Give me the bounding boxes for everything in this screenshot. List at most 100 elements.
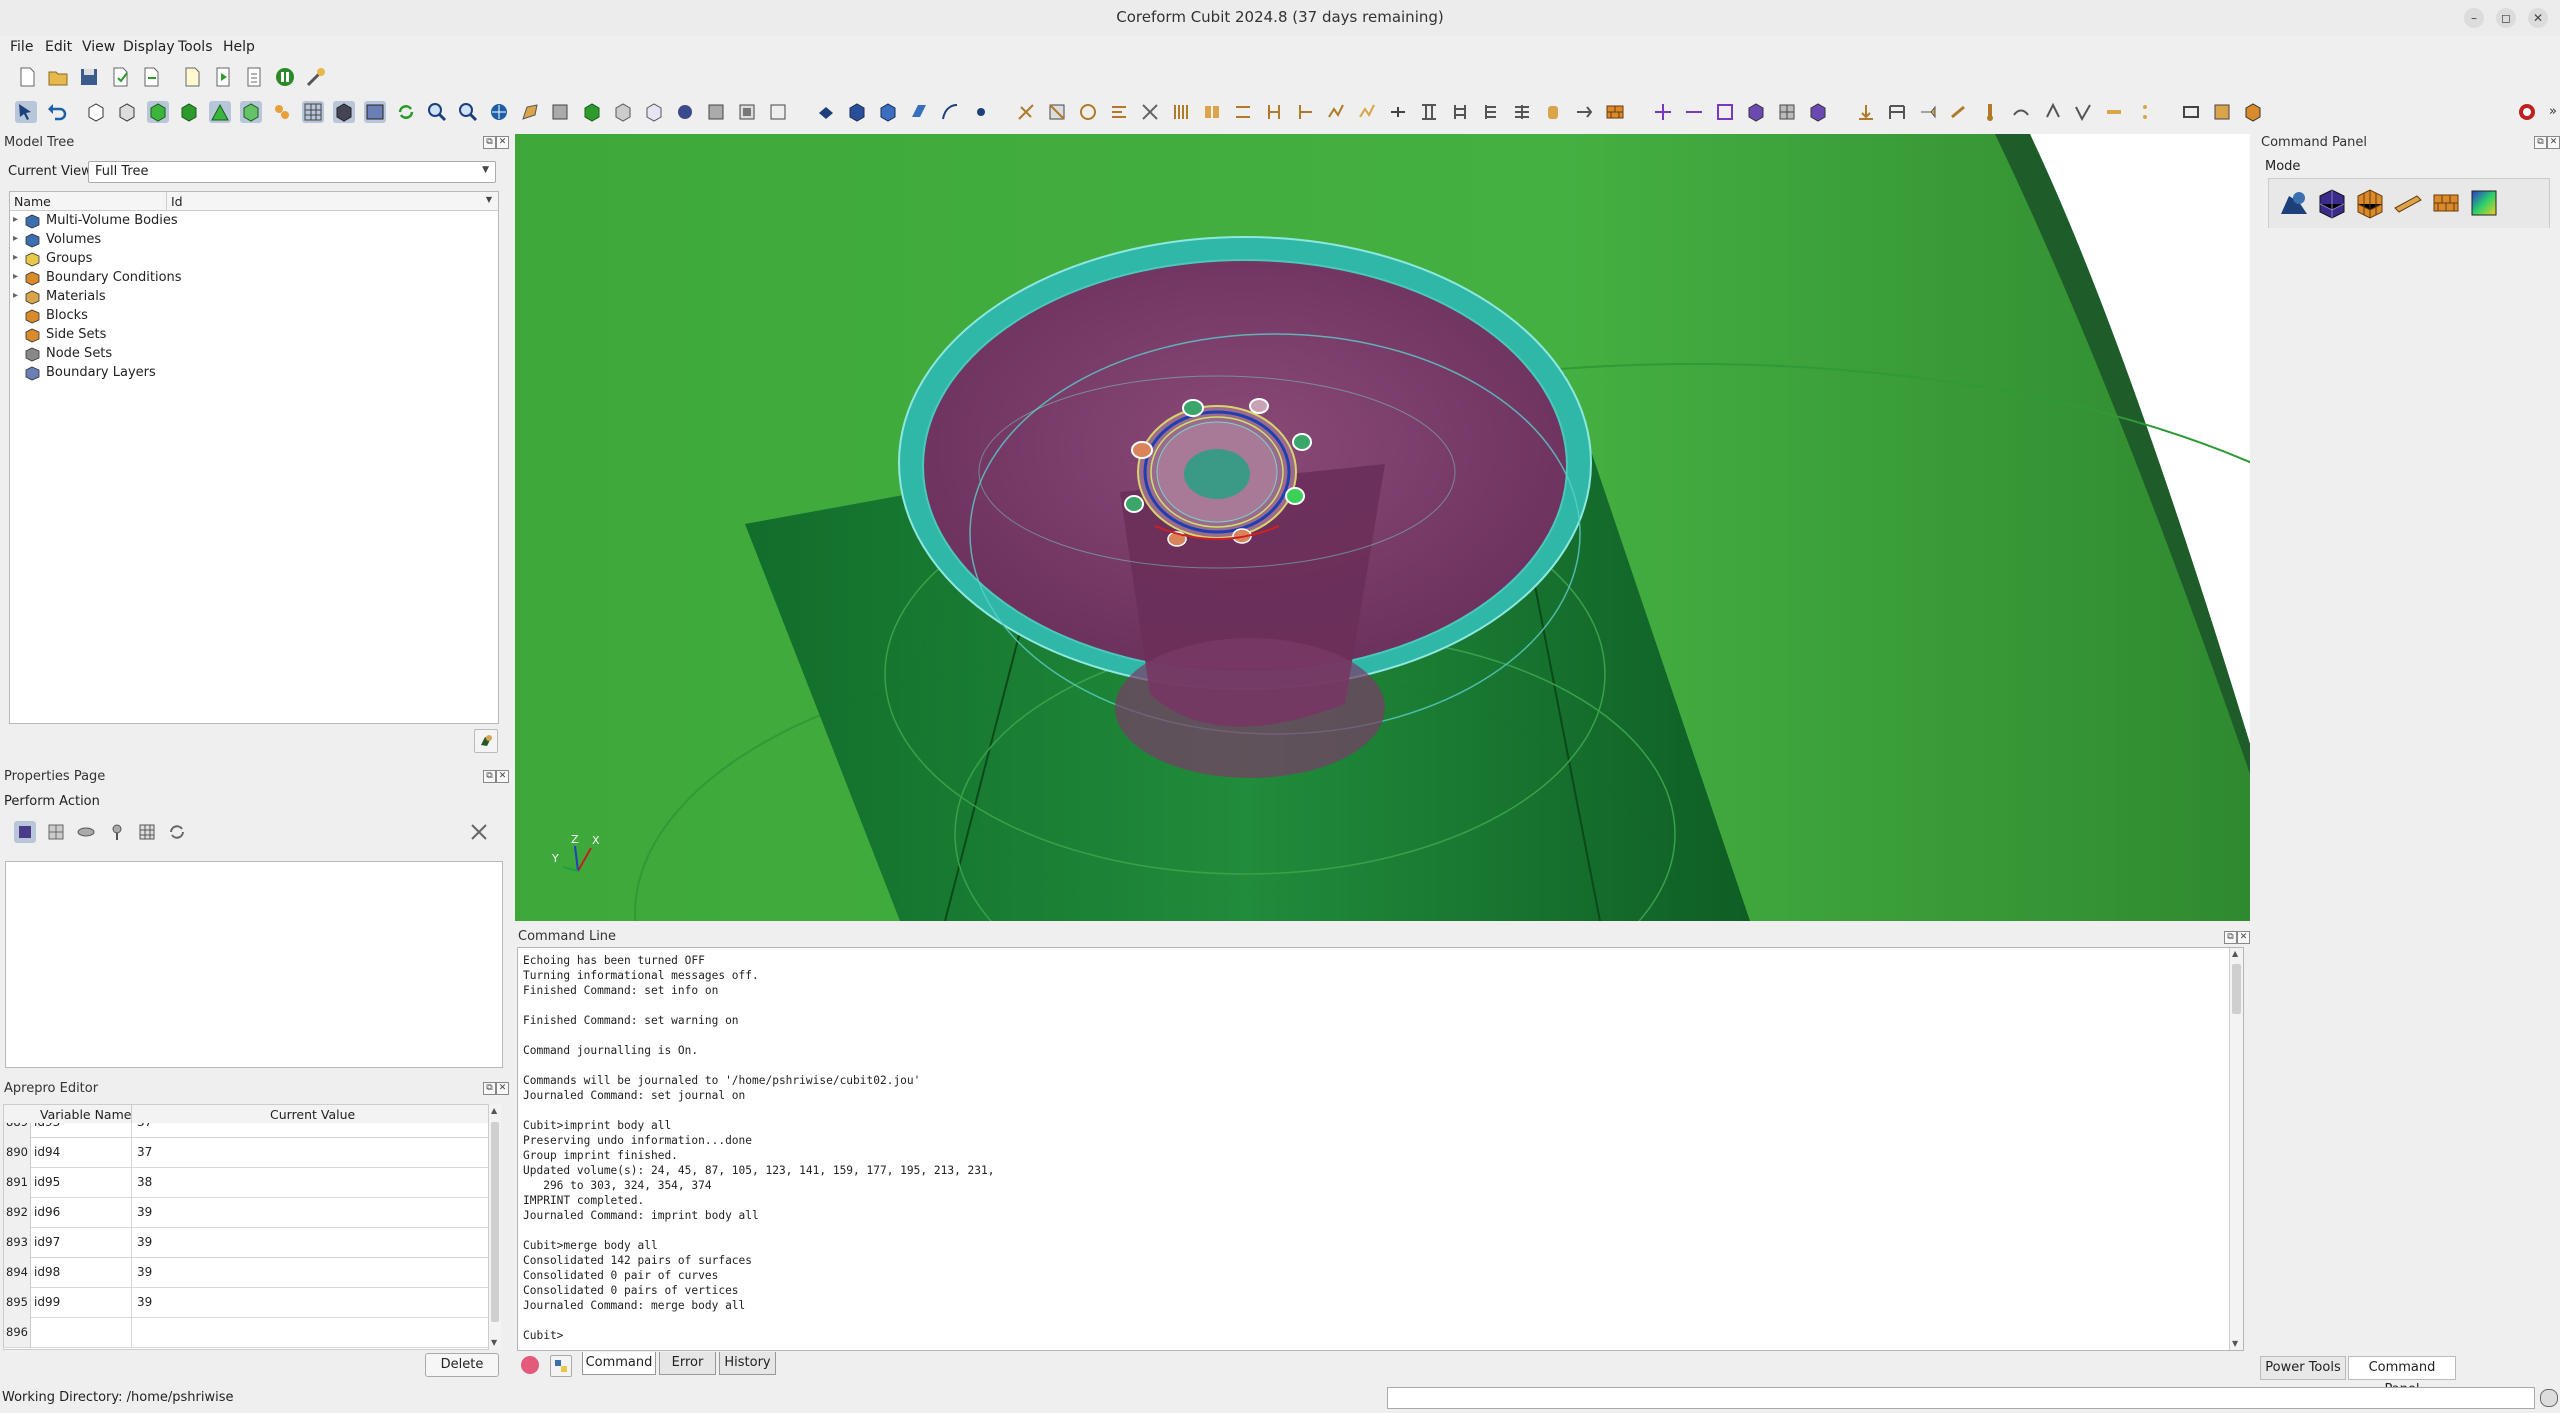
action-refresh-icon[interactable]: [166, 821, 188, 843]
action-grid-icon[interactable]: [136, 821, 158, 843]
save-as-icon[interactable]: [109, 66, 131, 88]
tree-item[interactable]: Side Sets: [10, 326, 490, 345]
tree-item[interactable]: ▸ Multi-Volume Bodies: [10, 212, 490, 231]
restore-icon[interactable]: ◻: [2496, 8, 2516, 28]
current-value-cell[interactable]: 39: [137, 1197, 152, 1227]
brick-icon[interactable]: [846, 101, 868, 123]
pause-icon[interactable]: [274, 66, 296, 88]
ruler-icon[interactable]: [550, 101, 572, 123]
fillet-icon[interactable]: [1356, 101, 1378, 123]
menu-edit[interactable]: Edit: [45, 39, 72, 55]
tree-item[interactable]: Boundary Layers: [10, 364, 490, 383]
play-journal-icon[interactable]: [212, 66, 234, 88]
tree-item[interactable]: ▸ Materials: [10, 288, 490, 307]
float-command-panel-icon[interactable]: ⧉: [2534, 136, 2547, 149]
aprepro-row[interactable]: 891 id95 38: [4, 1167, 488, 1198]
variable-name-cell[interactable]: id99: [34, 1287, 60, 1317]
geometry-mode-icon[interactable]: [2277, 186, 2311, 220]
minimize-icon[interactable]: –: [2464, 8, 2484, 28]
close-window-icon[interactable]: ✕: [2528, 8, 2548, 28]
close-command-line-icon[interactable]: ✕: [2237, 931, 2250, 944]
merge-icon[interactable]: [1232, 101, 1254, 123]
script-icon[interactable]: [243, 66, 265, 88]
measure-icon[interactable]: [2242, 101, 2264, 123]
element-select-icon[interactable]: [1807, 101, 1829, 123]
menu-display[interactable]: Display: [123, 39, 175, 55]
current-value-cell[interactable]: 39: [137, 1227, 152, 1257]
geometry-create-icon[interactable]: [815, 101, 837, 123]
cmd-scroll-down-icon[interactable]: ▼: [2232, 1339, 2238, 1348]
shaded-icon[interactable]: [674, 101, 696, 123]
save-file-icon[interactable]: [78, 66, 100, 88]
stretch-icon[interactable]: [1573, 101, 1595, 123]
hex-block-mode-icon[interactable]: [2353, 186, 2387, 220]
list-icon[interactable]: [1480, 101, 1502, 123]
transparent-icon[interactable]: [705, 101, 727, 123]
scroll-up-icon[interactable]: ▲: [491, 1106, 497, 1115]
command-scrollbar[interactable]: ▲ ▼: [2229, 948, 2243, 1350]
expand-arrow-icon[interactable]: ▸: [13, 271, 18, 282]
decompose-icon[interactable]: [1139, 101, 1161, 123]
current-value-cell[interactable]: 39: [137, 1287, 152, 1317]
clip-plane-icon[interactable]: [736, 101, 758, 123]
graphics-viewport[interactable]: X Y Z: [515, 134, 2250, 921]
surface-icon[interactable]: [116, 101, 138, 123]
mesh-icon[interactable]: [302, 101, 324, 123]
tab-command[interactable]: Command: [582, 1352, 656, 1375]
variable-name-cell[interactable]: id94: [34, 1137, 60, 1167]
journal-icon[interactable]: [181, 66, 203, 88]
tree-item[interactable]: Blocks: [10, 307, 490, 326]
green-curve-icon[interactable]: [209, 101, 231, 123]
menu-tools[interactable]: Tools: [178, 39, 213, 55]
green-surface-icon[interactable]: [178, 101, 200, 123]
stop-icon[interactable]: [2516, 101, 2538, 123]
current-value-cell[interactable]: 38: [137, 1167, 152, 1197]
extend-icon[interactable]: [1387, 101, 1409, 123]
rotate-view-icon[interactable]: [488, 101, 510, 123]
aprepro-row[interactable]: 892 id96 39: [4, 1197, 488, 1228]
window-layout-icon[interactable]: [364, 101, 386, 123]
collapse-icon[interactable]: [1263, 101, 1285, 123]
tree-item[interactable]: Node Sets: [10, 345, 490, 364]
float-properties-icon[interactable]: ⧉: [483, 770, 496, 783]
plane-icon[interactable]: [908, 101, 930, 123]
volume-icon[interactable]: [85, 101, 107, 123]
column-icon[interactable]: [1418, 101, 1440, 123]
group-icon[interactable]: [271, 101, 293, 123]
close-properties-icon[interactable]: ✕: [496, 770, 509, 783]
command-output[interactable]: Echoing has been turned OFF Turning info…: [517, 947, 2244, 1351]
command-scroll-thumb[interactable]: [2232, 964, 2241, 1014]
aprepro-row[interactable]: 889id93 37: [4, 1123, 488, 1138]
aprepro-row[interactable]: 896: [4, 1317, 488, 1348]
menu-file[interactable]: File: [10, 39, 33, 55]
dots-icon[interactable]: [2134, 101, 2156, 123]
fit-view-icon[interactable]: [2180, 101, 2202, 123]
view-cube-icon[interactable]: [581, 101, 603, 123]
heat-flux-icon[interactable]: [2103, 101, 2125, 123]
undo-icon[interactable]: [46, 101, 68, 123]
bend-icon[interactable]: [1325, 101, 1347, 123]
brick-wall-icon[interactable]: [1604, 101, 1626, 123]
temperature-icon[interactable]: [1979, 101, 2001, 123]
hidden-line-icon[interactable]: [643, 101, 665, 123]
tab-power-tools[interactable]: Power Tools: [2260, 1356, 2346, 1380]
current-view-select[interactable]: Full Tree ▼: [88, 161, 496, 183]
action-layers-icon[interactable]: [75, 821, 97, 843]
expand-arrow-icon[interactable]: ▸: [13, 214, 18, 225]
table-bc-icon[interactable]: [1886, 101, 1908, 123]
menu-view[interactable]: View: [82, 39, 115, 55]
split-icon[interactable]: [1046, 101, 1068, 123]
tree-item[interactable]: ▸ Boundary Conditions: [10, 269, 490, 288]
aprepro-col-value[interactable]: Current Value: [270, 1107, 355, 1122]
green-volume-icon[interactable]: [147, 101, 169, 123]
tree-search-icon[interactable]: [474, 729, 498, 753]
tree-item[interactable]: ▸ Groups: [10, 250, 490, 269]
force-icon[interactable]: [1948, 101, 1970, 123]
tree-col-name[interactable]: Name: [14, 194, 51, 209]
expand-arrow-icon[interactable]: ▸: [13, 290, 18, 301]
menu-help[interactable]: Help: [223, 39, 255, 55]
action-select-icon[interactable]: [14, 821, 36, 843]
tab-command-panel[interactable]: Command Panel: [2348, 1356, 2456, 1397]
boundary-mode-icon[interactable]: [2429, 186, 2463, 220]
import-icon[interactable]: [140, 66, 162, 88]
